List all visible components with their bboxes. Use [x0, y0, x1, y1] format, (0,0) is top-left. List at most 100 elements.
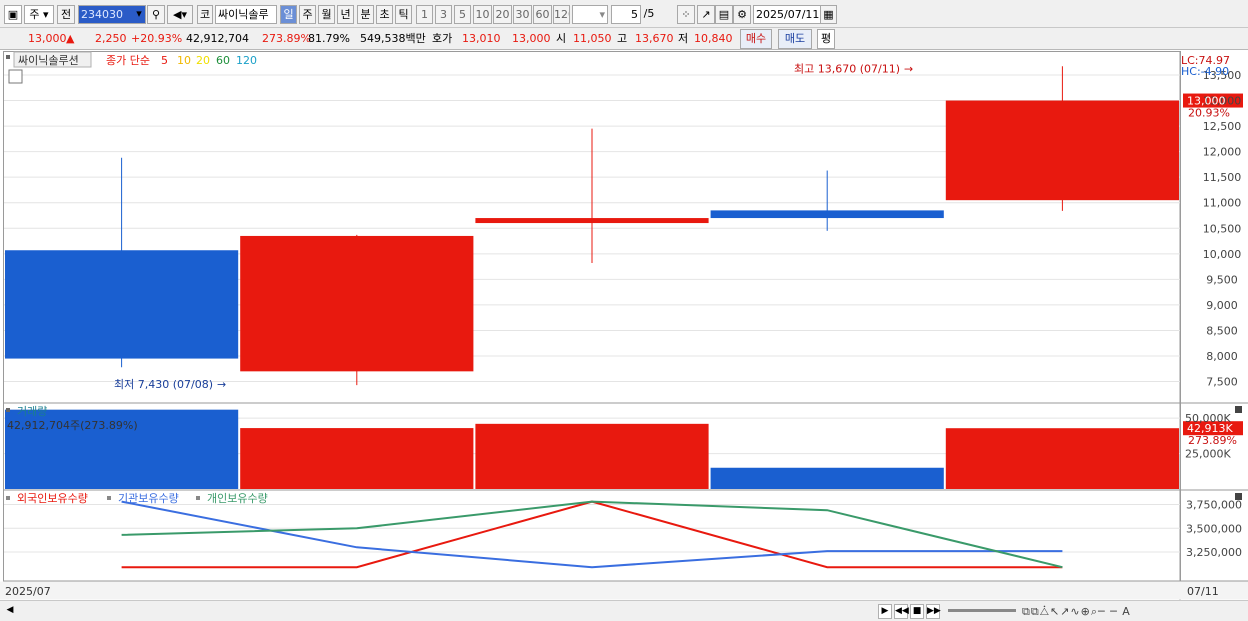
pane-close-icon [1235, 406, 1242, 413]
high-note: 최고 13,670 (07/11) [794, 62, 900, 75]
fast-forward-icon[interactable]: ▶▶ [926, 604, 941, 619]
volume-info: 42,912,704주(273.89%) [7, 419, 138, 432]
period-day[interactable]: 일 [280, 5, 297, 24]
price-change: 2,250 [95, 32, 127, 45]
volume-title: 거래량 [17, 405, 47, 418]
minute-10[interactable]: 10 [473, 5, 492, 24]
sell-button[interactable]: 매도 [778, 29, 812, 49]
speaker-icon[interactable]: ◀▾ [167, 5, 193, 24]
zoom-slider[interactable] [948, 609, 1016, 612]
code-value: 234030 [81, 8, 123, 21]
open-price: 11,050 [573, 32, 612, 45]
minute-5[interactable]: 5 [454, 5, 471, 24]
high-label: 고 [617, 32, 628, 45]
open-label: 시 [556, 32, 567, 45]
save-icon[interactable]: ▤ [715, 5, 733, 24]
eval-button[interactable]: 평 [817, 29, 835, 49]
window-icon[interactable]: ▣ [4, 5, 22, 24]
ma-legend-item: 20 [196, 54, 210, 67]
legend-bullet-icon [196, 496, 200, 500]
x-axis-left-date: 2025/07 [5, 585, 51, 598]
ma-legend-prefix: 종가 단순 [106, 54, 150, 67]
minute-20[interactable]: 20 [493, 5, 512, 24]
market-select[interactable]: 주 ▾ [24, 5, 54, 24]
gear-icon[interactable]: ⚙ [733, 5, 751, 24]
period-second[interactable]: 초 [376, 5, 393, 24]
period-week[interactable]: 주 [299, 5, 316, 24]
price-tick-label: 11,000 [1203, 197, 1242, 210]
horizontal-scrollbar[interactable]: ◀ ▶ ◀◀ ■ ▶▶ ⧉⧉⧊↖↗∿⊕⌕─ ─ A [0, 600, 1248, 621]
count-total: /5 [643, 7, 655, 20]
chart-area: 7,500 8,000 8,500 9,000 9,500 10,000 10,500 11,… [0, 51, 1248, 600]
minute-1[interactable]: 1 [416, 5, 433, 24]
period-month[interactable]: 월 [318, 5, 335, 24]
stock-prefix: 코 [197, 5, 213, 24]
volume-bar [945, 428, 1179, 489]
period-tick[interactable]: 틱 [395, 5, 412, 24]
count-input[interactable]: 5 [611, 5, 641, 24]
x-axis-strip [0, 581, 1248, 600]
candle-body [5, 250, 239, 359]
pane-bullet-icon [6, 55, 10, 59]
hc-label: HC:-4.90 [1181, 65, 1229, 78]
scroll-left-icon[interactable]: ◀ [4, 604, 16, 619]
x-axis-right-date: 07/11 [1187, 585, 1219, 598]
candle-body [710, 210, 944, 219]
custom-period-select[interactable]: ▾ [572, 5, 608, 24]
minute-30[interactable]: 30 [513, 5, 532, 24]
holding-tick-label: 3,500,000 [1186, 522, 1242, 535]
table-icon [8, 69, 23, 84]
up-arrow-icon: ▲ [66, 32, 75, 45]
holding-tick-label: 3,250,000 [1186, 546, 1242, 559]
bid-price: 13,000 [512, 32, 551, 45]
price-tick-label: 8,000 [1206, 350, 1238, 363]
stop-icon[interactable]: ■ [910, 604, 924, 619]
candle-body [945, 100, 1179, 201]
low-price: 10,840 [694, 32, 733, 45]
volume-bar [710, 467, 944, 489]
grid-icon[interactable]: ⁘ [677, 5, 695, 24]
high-price: 13,670 [635, 32, 674, 45]
pane-close-icon [1235, 493, 1242, 500]
prev-button[interactable]: 전 [57, 5, 75, 24]
candle-body [475, 218, 709, 224]
draw-icon[interactable]: ↗ [697, 5, 715, 24]
minute-120[interactable]: 120 [553, 5, 570, 24]
chart-title: 싸이닉솔루션 [18, 54, 79, 67]
low-note: 최저 7,430 (07/08) [114, 378, 213, 391]
period-year[interactable]: 년 [337, 5, 354, 24]
low-label: 저 [678, 32, 689, 45]
last-change-label: 20.93% [1188, 107, 1230, 120]
holding-legend-item: 기관보유수량 [118, 492, 179, 505]
holding-legend-item: 외국인보유수량 [17, 492, 88, 505]
price-tick-label: 9,000 [1206, 299, 1238, 312]
pane-bullet-icon [6, 408, 10, 412]
market-label: 주 [29, 8, 40, 21]
minute-3[interactable]: 3 [435, 5, 452, 24]
volume-tick-label: 25,000K [1185, 448, 1231, 461]
toolbar: ▣ 주 ▾ 전 234030 ▾ ⚲ ◀▾ 코 싸이닉솔루 일 주 월 년 분 … [0, 0, 1248, 28]
ma-legend-item: 60 [216, 54, 230, 67]
minute-60[interactable]: 60 [533, 5, 552, 24]
legend-bullet-icon [6, 496, 10, 500]
calendar-icon[interactable]: ▦ [820, 5, 837, 24]
volume-bar [475, 423, 709, 489]
chevron-down-icon: ▾ [43, 8, 49, 21]
price-tick-label: 10,000 [1203, 248, 1242, 261]
holding-legend-item: 개인보유수량 [207, 492, 268, 505]
drawing-tools-icons[interactable]: ⧉⧉⧊↖↗∿⊕⌕─ ─ A [1022, 604, 1246, 619]
current-price: 13,000 [28, 32, 67, 45]
candle-body [240, 235, 474, 372]
ask-price: 13,010 [462, 32, 501, 45]
search-icon[interactable]: ⚲ [147, 5, 165, 24]
price-tick-label: 11,500 [1203, 171, 1242, 184]
buy-button[interactable]: 매수 [740, 29, 772, 49]
stock-name[interactable]: 싸이닉솔루 [215, 5, 277, 24]
code-dropdown-icon[interactable]: ▾ [132, 5, 146, 24]
volume: 42,912,704 [186, 32, 249, 45]
rewind-icon[interactable]: ◀◀ [894, 604, 909, 619]
quote-bar: 13,000 ▲ 2,250 +20.93% 42,912,704 273.89… [0, 28, 1248, 50]
period-minute[interactable]: 분 [357, 5, 374, 24]
scroll-right-icon[interactable]: ▶ [878, 604, 892, 619]
trade-amount: 549,538백만 [360, 32, 426, 45]
